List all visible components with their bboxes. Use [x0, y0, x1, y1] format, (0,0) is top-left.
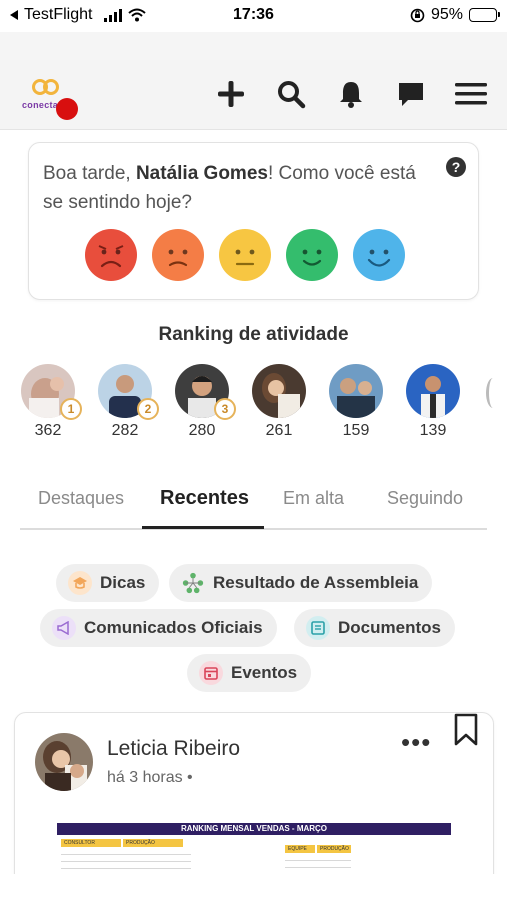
spreadsheet-title: RANKING MENSAL VENDAS - MARÇO — [57, 823, 451, 835]
bookmark-icon[interactable] — [453, 713, 479, 747]
document-icon — [306, 616, 330, 640]
chip-label: Documentos — [338, 618, 441, 637]
orientation-lock-icon — [410, 8, 425, 22]
post-timestamp: há 3 horas • — [107, 769, 193, 786]
ranking-avatar[interactable] — [252, 364, 306, 418]
bell-icon — [340, 82, 362, 108]
ranking-score: 280 — [188, 422, 216, 439]
ranking-score: 282 — [111, 422, 139, 439]
category-chip-dicas[interactable]: Dicas — [56, 564, 160, 602]
category-chip-comunicados-oficiais[interactable]: Comunicados Oficiais — [40, 609, 277, 647]
app-logo[interactable]: conecta — [20, 72, 84, 122]
ranking-more-indicator[interactable] — [486, 378, 500, 408]
feed-tabs: Destaques Recentes Em alta Seguindo — [20, 482, 487, 530]
more-options-button[interactable]: ••• — [401, 727, 431, 758]
mood-very-happy-face[interactable] — [353, 229, 405, 281]
ranking-score: 139 — [419, 422, 447, 439]
ranking-score: 261 — [265, 422, 293, 439]
ranking-avatar[interactable] — [406, 364, 460, 418]
chip-label: Eventos — [231, 663, 298, 682]
category-chip-eventos[interactable]: Eventos — [187, 654, 312, 692]
greeting-text: Boa tarde, Natália Gomes! Como você está… — [43, 159, 433, 217]
category-chip-resultado-assembleia[interactable]: Resultado de Assembleia — [169, 564, 433, 602]
network-people-icon — [181, 571, 205, 595]
messages-button[interactable] — [395, 78, 427, 110]
tab-recentes[interactable]: Recentes — [160, 487, 249, 510]
chip-label: Comunicados Oficiais — [84, 618, 263, 637]
ranking-title: Ranking de atividade — [158, 324, 349, 345]
sheet-row — [285, 862, 351, 868]
user-name: Natália Gomes — [135, 163, 268, 184]
app-header: conecta — [0, 60, 507, 130]
rank-medal-icon: 1 — [60, 398, 82, 420]
menu-button[interactable] — [455, 78, 487, 110]
author-avatar[interactable] — [35, 733, 93, 791]
add-button[interactable] — [215, 78, 247, 110]
mood-card: Boa tarde, Natália Gomes! Como você está… — [28, 142, 479, 300]
ranking-entry[interactable]: 2 282 — [97, 364, 159, 440]
ranking-entry[interactable]: 1 362 — [20, 364, 82, 440]
ranking-entry[interactable]: 139 — [405, 364, 461, 440]
plus-icon — [218, 81, 244, 107]
mood-happy-face[interactable] — [286, 229, 338, 281]
greeting-prefix: Boa tarde, — [43, 163, 136, 184]
battery-percent: 95% — [430, 6, 463, 23]
post-card[interactable]: Leticia Ribeiro há 3 horas • ••• RANKING… — [14, 712, 494, 900]
post-author-name[interactable]: Leticia Ribeiro — [107, 737, 240, 761]
tab-destaques[interactable]: Destaques — [38, 488, 124, 509]
tab-em-alta[interactable]: Em alta — [283, 488, 344, 509]
calendar-icon — [199, 661, 223, 685]
sheet-header-producao-equipe: PRODUÇÃO — [317, 845, 351, 853]
sheet-header-equipe: EQUIPE — [285, 845, 315, 853]
app-top-band — [0, 32, 507, 60]
help-icon[interactable]: ? — [446, 157, 466, 177]
ranking-score: 159 — [342, 422, 370, 439]
megaphone-icon — [52, 616, 76, 640]
ranking-score: 362 — [34, 422, 62, 439]
mood-sad-face[interactable] — [152, 229, 204, 281]
ranking-avatar[interactable] — [329, 364, 383, 418]
ranking-entry[interactable]: 261 — [251, 364, 307, 440]
logo-rings-icon — [32, 79, 59, 95]
mood-faces — [85, 229, 405, 281]
search-button[interactable] — [275, 78, 307, 110]
mood-very-sad-face[interactable] — [85, 229, 137, 281]
sheet-row — [61, 863, 191, 869]
logo-text: conecta — [22, 100, 59, 110]
battery-icon — [469, 8, 500, 22]
bottom-edge — [0, 874, 507, 900]
ranking-entry[interactable]: 159 — [328, 364, 384, 440]
chip-label: Resultado de Assembleia — [213, 573, 419, 592]
chip-label: Dicas — [100, 573, 146, 592]
sheet-header-producao: PRODUÇÃO — [123, 839, 183, 847]
status-bar: TestFlight 17:36 95% — [0, 0, 507, 32]
rank-medal-icon: 3 — [214, 398, 236, 420]
sheet-row — [61, 849, 191, 855]
tab-seguindo[interactable]: Seguindo — [387, 488, 463, 509]
hamburger-menu-icon — [455, 83, 487, 105]
ranking-entry[interactable]: 3 280 — [174, 364, 236, 440]
chat-bubble-icon — [399, 83, 423, 106]
category-chip-documentos[interactable]: Documentos — [294, 609, 455, 647]
active-tab-indicator — [142, 526, 264, 529]
search-icon — [278, 81, 306, 109]
rank-medal-icon: 2 — [137, 398, 159, 420]
notifications-button[interactable] — [335, 78, 367, 110]
notification-dot — [56, 98, 78, 120]
ranking-list: 1 362 2 282 3 280 261 159 139 — [20, 364, 500, 444]
sheet-row — [285, 855, 351, 861]
mood-neutral-face[interactable] — [219, 229, 271, 281]
graduation-cap-icon — [68, 571, 92, 595]
sheet-header-consultor: CONSULTOR — [61, 839, 121, 847]
sheet-row — [61, 856, 191, 862]
